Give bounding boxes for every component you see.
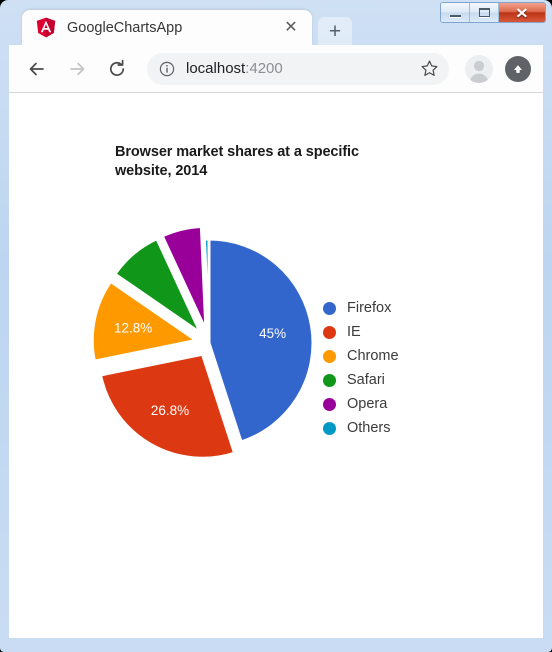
legend-label: Opera	[347, 396, 388, 412]
legend-label: Others	[347, 420, 391, 436]
star-outline-icon[interactable]	[420, 59, 439, 78]
legend-item-chrome[interactable]: Chrome	[323, 344, 399, 368]
reload-button[interactable]	[101, 53, 133, 85]
legend-label: Chrome	[347, 348, 399, 364]
back-arrow-icon	[29, 62, 44, 75]
legend-item-firefox[interactable]: Firefox	[323, 296, 399, 320]
pie-slice-label-firefox: 45%	[259, 326, 286, 341]
browser-toolbar: localhost:4200	[9, 45, 543, 93]
chart-title: Browser market shares at a specific webs…	[115, 144, 359, 180]
tab-strip: GoogleChartsApp ✕ +	[0, 10, 552, 45]
legend-label: IE	[347, 324, 361, 340]
url-host: localhost	[186, 60, 246, 77]
info-circle-icon[interactable]	[159, 61, 175, 77]
url-port: :4200	[245, 60, 283, 77]
new-tab-button[interactable]: +	[318, 17, 352, 45]
legend-item-others[interactable]: Others	[323, 416, 399, 440]
legend-item-opera[interactable]: Opera	[323, 392, 399, 416]
avatar[interactable]	[465, 54, 493, 83]
legend-label: Firefox	[347, 300, 392, 316]
legend-swatch-icon	[323, 301, 336, 315]
browser-window: ✕ GoogleChartsApp ✕ + localhost:4200 Bro…	[0, 0, 552, 652]
reload-icon	[109, 59, 125, 76]
page-viewport: Browser market shares at a specific webs…	[9, 93, 543, 638]
angular-logo-icon	[36, 17, 56, 38]
pie-slice-label-chrome: 12.8%	[114, 321, 152, 336]
legend-swatch-icon	[323, 421, 336, 435]
tab-close-button[interactable]: ✕	[282, 19, 300, 37]
legend-swatch-icon	[323, 397, 336, 411]
legend-swatch-icon	[323, 373, 336, 387]
legend-swatch-icon	[323, 325, 336, 339]
url-text: localhost:4200	[186, 60, 414, 77]
legend-item-ie[interactable]: IE	[323, 320, 399, 344]
legend-label: Safari	[347, 372, 385, 388]
chart-legend: Firefox IE Chrome Safari Opera Others	[323, 296, 399, 440]
legend-swatch-icon	[323, 349, 336, 363]
browser-tab[interactable]: GoogleChartsApp ✕	[22, 10, 312, 45]
forward-button	[61, 53, 93, 85]
back-button[interactable]	[21, 53, 53, 85]
legend-item-safari[interactable]: Safari	[323, 368, 399, 392]
pie-graphic: 45% 26.8% 12.8%	[90, 224, 315, 460]
tab-title: GoogleChartsApp	[67, 19, 183, 36]
pie-chart: Browser market shares at a specific webs…	[9, 93, 543, 513]
avatar-icon	[469, 60, 489, 83]
update-arrow-icon	[514, 64, 522, 73]
forward-arrow-icon	[70, 62, 85, 75]
address-bar[interactable]: localhost:4200	[147, 52, 449, 85]
browser-menu-button[interactable]	[505, 55, 531, 82]
pie-slice-label-ie: 26.8%	[151, 403, 189, 418]
